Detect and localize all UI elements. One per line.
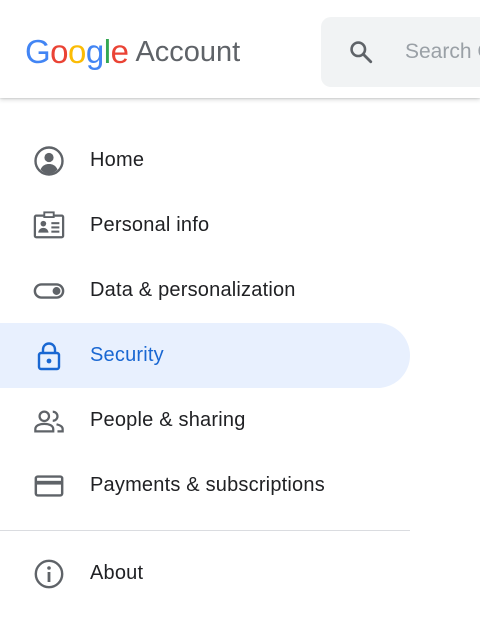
sidebar-item-data-personalization[interactable]: Data & personalization bbox=[0, 258, 410, 323]
people-icon bbox=[33, 405, 65, 437]
lock-icon bbox=[33, 340, 65, 372]
logo-letter-e: e bbox=[110, 33, 129, 70]
sidebar-item-label: Personal info bbox=[90, 214, 210, 236]
google-account-page: Google Account Home bbox=[0, 0, 480, 618]
logo-letter-o2: o bbox=[68, 33, 86, 70]
sidebar-item-security[interactable]: Security bbox=[0, 323, 410, 388]
toggle-icon bbox=[33, 275, 65, 307]
account-circle-icon bbox=[33, 145, 65, 177]
sidebar-item-label: People & sharing bbox=[90, 409, 246, 431]
google-wordmark: Google bbox=[25, 33, 129, 71]
sidebar-nav: Home Personal info Data & personalizatio… bbox=[0, 128, 410, 518]
sidebar-footer: About bbox=[0, 541, 410, 606]
sidebar-item-label: Security bbox=[90, 344, 164, 366]
google-account-logo[interactable]: Google Account bbox=[25, 30, 240, 74]
sidebar-item-people-sharing[interactable]: People & sharing bbox=[0, 388, 410, 453]
logo-letter-l: l bbox=[103, 33, 111, 70]
sidebar-item-home[interactable]: Home bbox=[0, 128, 410, 193]
search-input[interactable] bbox=[405, 37, 480, 67]
sidebar-item-payments-subscriptions[interactable]: Payments & subscriptions bbox=[0, 453, 410, 518]
info-icon bbox=[33, 558, 65, 590]
sidebar-divider bbox=[0, 530, 410, 531]
sidebar-item-about[interactable]: About bbox=[0, 541, 410, 606]
logo-letter-o1: o bbox=[50, 33, 69, 70]
logo-letter-g: G bbox=[25, 33, 51, 70]
search-icon[interactable] bbox=[348, 39, 374, 65]
app-header: Google Account bbox=[0, 0, 480, 98]
logo-letter-g2: g bbox=[85, 33, 104, 70]
search-box[interactable] bbox=[321, 17, 480, 87]
sidebar-item-label: Data & personalization bbox=[90, 279, 296, 301]
sidebar-item-label: About bbox=[90, 562, 144, 584]
product-name: Account bbox=[135, 35, 241, 68]
sidebar-item-label: Home bbox=[90, 149, 145, 171]
credit-card-icon bbox=[33, 470, 65, 502]
sidebar-item-personal-info[interactable]: Personal info bbox=[0, 193, 410, 258]
id-card-icon bbox=[33, 210, 65, 242]
sidebar-item-label: Payments & subscriptions bbox=[90, 474, 325, 496]
